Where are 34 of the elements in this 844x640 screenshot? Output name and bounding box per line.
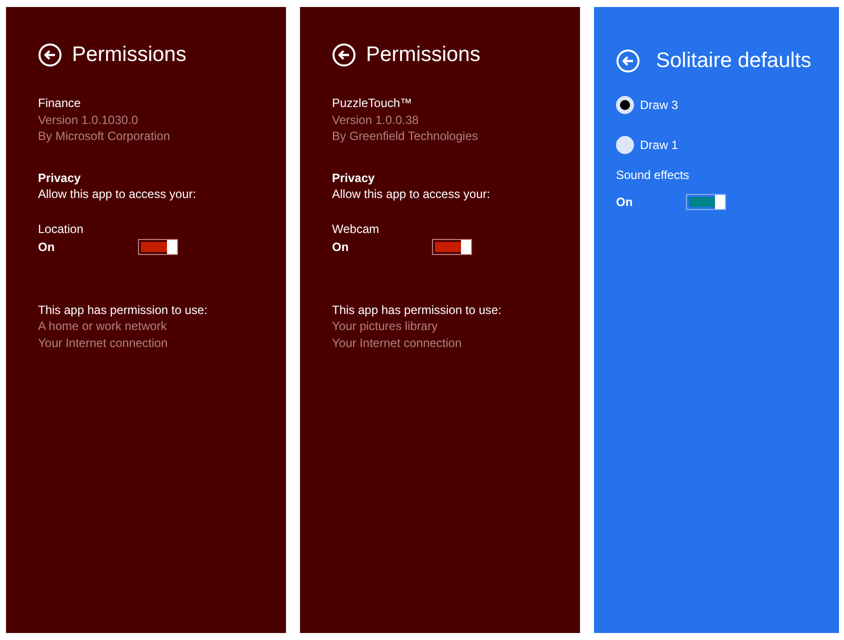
toggle-switch[interactable] [138,239,178,256]
toggle-switch[interactable] [686,194,726,210]
section-heading: Privacy [38,170,82,186]
radio-label: Draw 3 [640,98,678,112]
panel-title: Permissions [366,43,480,67]
permission-item: Your pictures library [332,318,439,334]
setting-label: Location [38,220,84,237]
app-version: Version 1.0.0.38 [332,112,420,128]
radio-button[interactable] [616,96,634,114]
toggle-switch[interactable] [432,239,472,256]
section-intro: Allow this app to access your: [332,186,492,202]
section-heading: Privacy [332,170,376,186]
back-icon[interactable] [332,43,356,67]
back-icon[interactable] [38,43,62,67]
section-heading: This app has permission to use: [38,302,208,318]
panel-title: Solitaire defaults [656,49,812,73]
toggle-state: On [332,239,350,256]
radio-label: Draw 1 [640,138,678,152]
section-heading: This app has permission to use: [332,302,502,318]
app-publisher: By Microsoft Corporation [38,128,172,144]
app-version: Version 1.0.1030.0 [38,112,140,128]
setting-label: Webcam [332,220,380,237]
app-publisher: By Greenfield Technologies [332,128,479,144]
app-name: Finance [38,95,82,112]
permission-item: Your Internet connection [332,334,463,351]
radio-button[interactable] [616,136,634,154]
setting-label: Sound effects [616,168,690,182]
section-intro: Allow this app to access your: [38,186,198,202]
permission-item: Your Internet connection [38,334,169,351]
toggle-state: On [38,239,56,256]
app-name: PuzzleTouch™ [332,95,414,112]
panel-title: Permissions [72,43,186,67]
toggle-state: On [616,195,634,209]
permission-item: A home or work network [38,318,168,334]
